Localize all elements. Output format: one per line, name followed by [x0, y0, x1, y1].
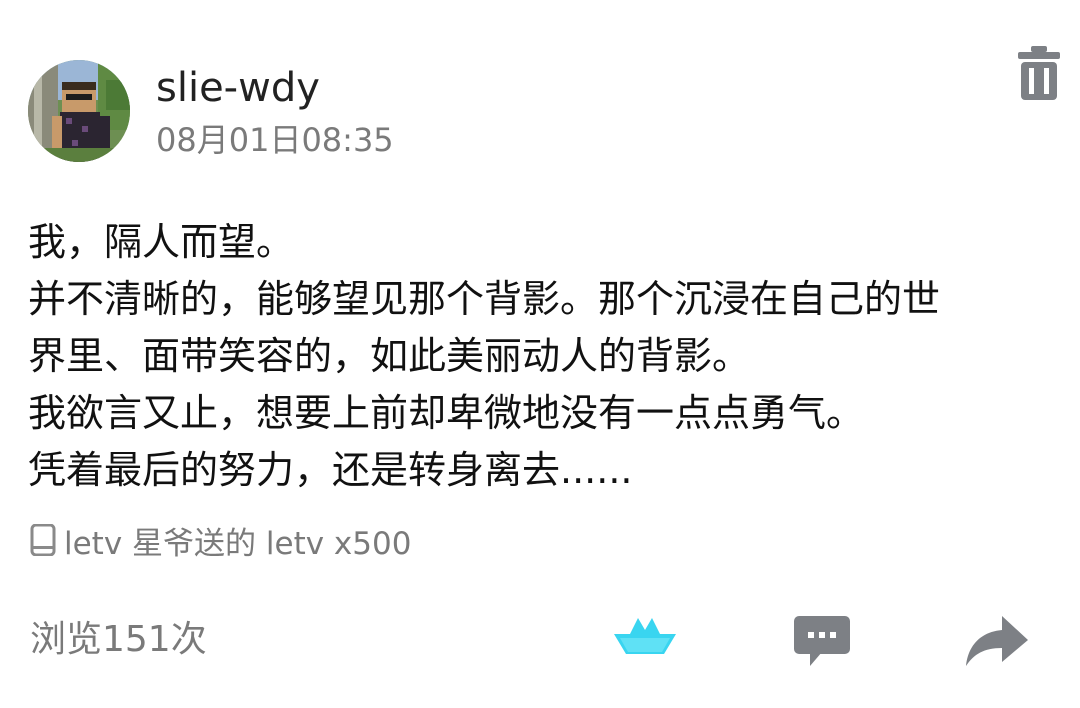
- post-line: 我，隔人而望。: [28, 220, 295, 264]
- author-name[interactable]: slie-wdy: [156, 64, 320, 112]
- delete-button[interactable]: [1014, 44, 1064, 102]
- share-icon: [966, 616, 1028, 666]
- trash-icon: [1018, 46, 1060, 100]
- comment-button[interactable]: [792, 614, 852, 670]
- device-text: letv 星爷送的 letv x500: [64, 525, 412, 562]
- boat-button[interactable]: [612, 614, 678, 658]
- avatar[interactable]: [28, 60, 130, 162]
- boat-icon: [614, 618, 676, 654]
- device-source: letv 星爷送的 letv x500: [30, 520, 412, 562]
- comment-icon: [794, 616, 850, 666]
- post-content: 我，隔人而望。 并不清晰的，能够望见那个背影。那个沉浸在自己的世 界里、面带笑容…: [28, 214, 1058, 499]
- avatar-image: [28, 60, 130, 162]
- phone-icon: [30, 524, 56, 556]
- post-line: 我欲言又止，想要上前却卑微地没有一点点勇气。: [28, 391, 865, 435]
- share-button[interactable]: [964, 612, 1030, 668]
- post-line: 凭着最后的努力，还是转身离去......: [28, 448, 633, 492]
- post-line: 界里、面带笑容的，如此美丽动人的背影。: [28, 334, 751, 378]
- post-timestamp: 08月01日08:35: [156, 121, 394, 159]
- post-line: 并不清晰的，能够望见那个背影。那个沉浸在自己的世: [28, 277, 941, 321]
- view-count: 浏览151次: [30, 619, 207, 660]
